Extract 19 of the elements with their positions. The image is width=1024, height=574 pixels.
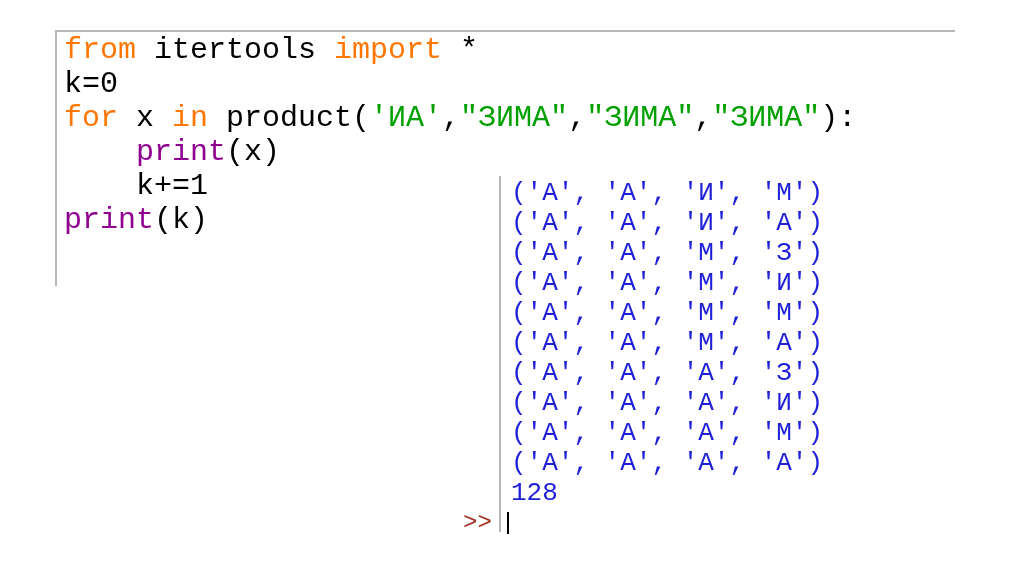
code-line: print(x) [136,135,281,169]
text-cursor [507,512,509,534]
output-line: ('А', 'А', 'М', 'З') [511,238,824,268]
output-line: ('А', 'А', 'А', 'З') [511,358,824,388]
output-line: ('А', 'А', 'А', 'М') [511,418,824,448]
output-line: ('А', 'А', 'А', 'И') [511,388,824,418]
shell-prompt: >> [463,508,492,538]
code-line: for x in product('ИА',"ЗИМА","ЗИМА","ЗИМА"): [64,101,857,135]
code-line: print(k) [64,203,209,237]
output-line: ('А', 'А', 'М', 'И') [511,268,824,298]
code-line: k+=1 [136,169,208,203]
output-line: ('А', 'А', 'А', 'А') [511,448,824,478]
code-line: from itertools import * [64,33,479,67]
output-line: ('А', 'А', 'М', 'А') [511,328,824,358]
code-line: k=0 [64,67,118,101]
output-line: ('А', 'А', 'И', 'А') [511,208,824,238]
output-line: 128 [511,478,558,508]
output-line: ('А', 'А', 'М', 'М') [511,298,824,328]
output-line: ('А', 'А', 'И', 'М') [511,178,824,208]
